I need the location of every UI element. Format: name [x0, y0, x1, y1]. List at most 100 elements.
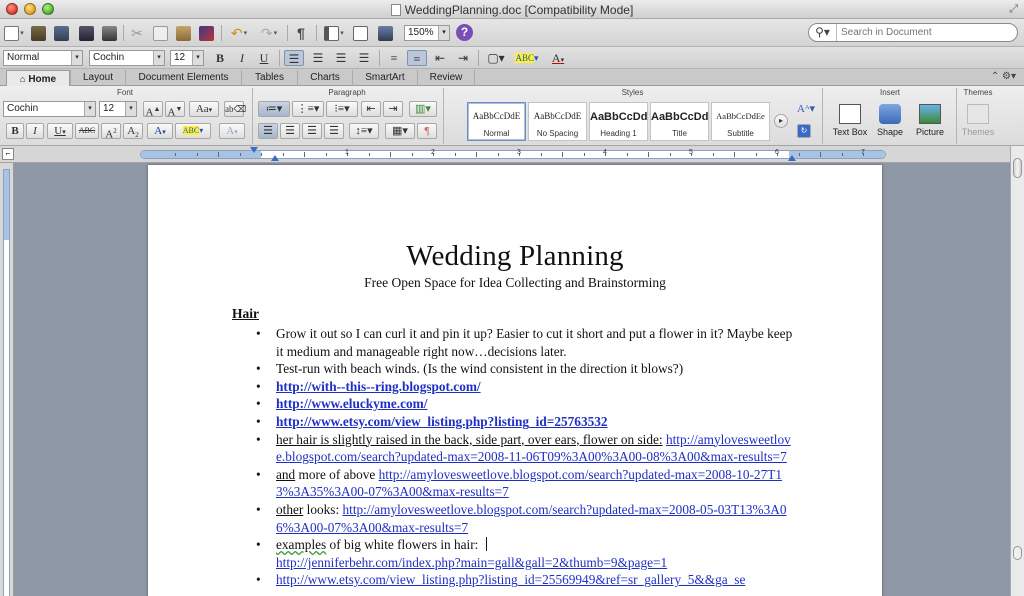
- ribbon-align-right-button[interactable]: ☰: [302, 123, 322, 139]
- justify-button[interactable]: ☰: [354, 50, 374, 66]
- ribbon-bullets-button[interactable]: ≔▾: [258, 101, 290, 117]
- font-select[interactable]: Cochin ▾: [89, 50, 165, 66]
- bulleted-list-button[interactable]: ≡: [407, 50, 427, 66]
- paragraph-settings-button[interactable]: ¶: [417, 123, 437, 139]
- grow-font-button[interactable]: A▲: [143, 101, 163, 119]
- hanging-indent-marker[interactable]: [271, 155, 279, 161]
- collapse-ribbon-icon[interactable]: ⌃: [991, 71, 999, 82]
- style-subtitle[interactable]: AaBbCcDdEe Subtitle: [711, 102, 770, 141]
- style-normal[interactable]: AaBbCcDdE Normal: [467, 102, 526, 141]
- hyperlink[interactable]: http://www.etsy.com/view_listing.php?lis…: [276, 572, 745, 587]
- open-button[interactable]: [52, 24, 70, 42]
- list-item[interactable]: other looks: http://amylovesweetlove.blo…: [256, 501, 796, 536]
- text-styles-button[interactable]: Aᴬ▾: [795, 102, 817, 120]
- tab-charts[interactable]: Charts: [297, 70, 352, 86]
- ribbon-bold-button[interactable]: B: [6, 123, 24, 139]
- strikethrough-button[interactable]: ABC: [75, 123, 99, 139]
- ribbon-numbering-button[interactable]: ⋮≡▾: [292, 101, 324, 117]
- ribbon-size-select[interactable]: 12 ▾: [99, 101, 137, 117]
- ribbon-underline-button[interactable]: U▾: [47, 123, 73, 139]
- sidebar-view-button[interactable]: ▾: [321, 24, 347, 42]
- style-no-spacing[interactable]: AaBbCcDdE No Spacing: [528, 102, 587, 141]
- paragraph-borders-button[interactable]: ▦▾: [385, 123, 415, 139]
- search-icon[interactable]: ⚲▾: [809, 24, 837, 41]
- styles-next-button[interactable]: ▸: [774, 114, 788, 128]
- insert-shape-button[interactable]: Shape: [868, 102, 912, 142]
- list-item[interactable]: Grow it out so I can curl it and pin it …: [256, 325, 796, 360]
- tab-document-elements[interactable]: Document Elements: [125, 70, 241, 86]
- gear-icon[interactable]: ⚙▾: [1002, 71, 1016, 82]
- ribbon-font-select[interactable]: Cochin ▾: [3, 101, 96, 117]
- list-item[interactable]: examples of big white flowers in hair: ht…: [256, 536, 796, 571]
- print-button[interactable]: [100, 24, 118, 42]
- format-painter-button[interactable]: [197, 24, 215, 42]
- numbered-list-button[interactable]: ≡: [384, 50, 404, 66]
- highlight-button[interactable]: ABC▾: [512, 50, 542, 66]
- hyperlink[interactable]: http://with--this--ring.blogspot.com/: [276, 379, 481, 394]
- themes-button[interactable]: Themes: [956, 102, 1000, 142]
- underline-button[interactable]: U: [254, 50, 274, 66]
- insert-picture-button[interactable]: Picture: [908, 102, 952, 142]
- help-button[interactable]: ?: [456, 24, 473, 41]
- first-line-indent-marker[interactable]: [250, 147, 258, 153]
- zoom-select[interactable]: 150% ▾: [404, 25, 450, 41]
- tab-home[interactable]: ⌂ Home: [6, 70, 70, 86]
- right-indent-marker[interactable]: [788, 155, 796, 161]
- list-item[interactable]: http://www.eluckyme.com/: [256, 395, 796, 413]
- style-select[interactable]: Normal ▾: [3, 50, 83, 66]
- font-color-button[interactable]: A▾: [545, 50, 571, 66]
- new-document-button[interactable]: ▾: [3, 24, 25, 42]
- copy-button[interactable]: [151, 24, 169, 42]
- tab-stop-selector[interactable]: ⌐: [2, 148, 14, 160]
- cut-button[interactable]: ✂: [128, 24, 146, 42]
- vertical-ruler[interactable]: [0, 163, 14, 596]
- manage-styles-button[interactable]: ↻: [797, 124, 811, 138]
- list-item[interactable]: http://with--this--ring.blogspot.com/: [256, 378, 796, 396]
- fullscreen-icon[interactable]: ⤢: [1009, 3, 1018, 16]
- bold-button[interactable]: B: [210, 50, 230, 66]
- change-case-button[interactable]: Aa▾: [189, 101, 219, 117]
- list-item[interactable]: and more of above http://amylovesweetlov…: [256, 466, 796, 501]
- list-item[interactable]: her hair is slightly raised in the back,…: [256, 431, 796, 466]
- ribbon-italic-button[interactable]: I: [26, 123, 44, 139]
- scrollbar-thumb[interactable]: [1013, 158, 1022, 178]
- borders-button[interactable]: ▢▾: [483, 50, 509, 66]
- list-item[interactable]: http://www.etsy.com/view_listing.php?lis…: [256, 571, 796, 589]
- align-right-button[interactable]: ☰: [331, 50, 351, 66]
- ribbon-align-center-button[interactable]: ☰: [280, 123, 300, 139]
- tab-smartart[interactable]: SmartArt: [352, 70, 417, 86]
- hyperlink[interactable]: http://www.eluckyme.com/: [276, 396, 427, 411]
- list-item[interactable]: Test-run with beach winds. (Is the wind …: [256, 360, 796, 378]
- line-spacing-button[interactable]: ↕≡▾: [349, 123, 379, 139]
- ribbon-indent-button[interactable]: ⇥: [383, 101, 403, 117]
- insert-text-box-button[interactable]: Text Box: [828, 102, 872, 142]
- undo-button[interactable]: ↶ ▾: [226, 24, 252, 42]
- superscript-button[interactable]: A2: [101, 123, 121, 141]
- tab-review[interactable]: Review: [417, 70, 475, 86]
- hyperlink[interactable]: http://jenniferbehr.com/index.php?main=g…: [276, 555, 667, 570]
- templates-button[interactable]: [29, 24, 47, 42]
- redo-button[interactable]: ↷ ▾: [256, 24, 282, 42]
- document-subtitle[interactable]: Free Open Space for Idea Collecting and …: [148, 275, 882, 291]
- hyperlink[interactable]: http://www.etsy.com/view_listing.php?lis…: [276, 414, 608, 429]
- document-page[interactable]: Wedding Planning Free Open Space for Ide…: [148, 165, 882, 596]
- subscript-button[interactable]: A2: [123, 123, 143, 139]
- style-title[interactable]: AaBbCcDd Title: [650, 102, 709, 141]
- style-heading-1[interactable]: AaBbCcDd Heading 1: [589, 102, 648, 141]
- increase-indent-button[interactable]: ⇥: [453, 50, 473, 66]
- vertical-scrollbar[interactable]: [1010, 146, 1024, 596]
- hyperlink[interactable]: http://amylovesweetlove.blogspot.com/sea…: [276, 502, 786, 535]
- italic-button[interactable]: I: [232, 50, 252, 66]
- ribbon-options[interactable]: ⌃ ⚙▾: [991, 71, 1016, 82]
- decrease-indent-button[interactable]: ⇤: [430, 50, 450, 66]
- show-formatting-button[interactable]: ¶: [292, 24, 310, 42]
- document-title[interactable]: Wedding Planning: [148, 240, 882, 273]
- save-button[interactable]: [77, 24, 95, 42]
- shrink-font-button[interactable]: A▼: [165, 101, 185, 119]
- section-heading-hair[interactable]: Hair: [232, 306, 259, 322]
- list-item[interactable]: http://www.etsy.com/view_listing.php?lis…: [256, 413, 796, 431]
- ribbon-align-left-button[interactable]: ☰: [258, 123, 278, 139]
- clear-formatting-button[interactable]: ab⌫: [224, 101, 246, 117]
- tab-layout[interactable]: Layout: [70, 70, 125, 86]
- toolbox-button[interactable]: [351, 24, 369, 42]
